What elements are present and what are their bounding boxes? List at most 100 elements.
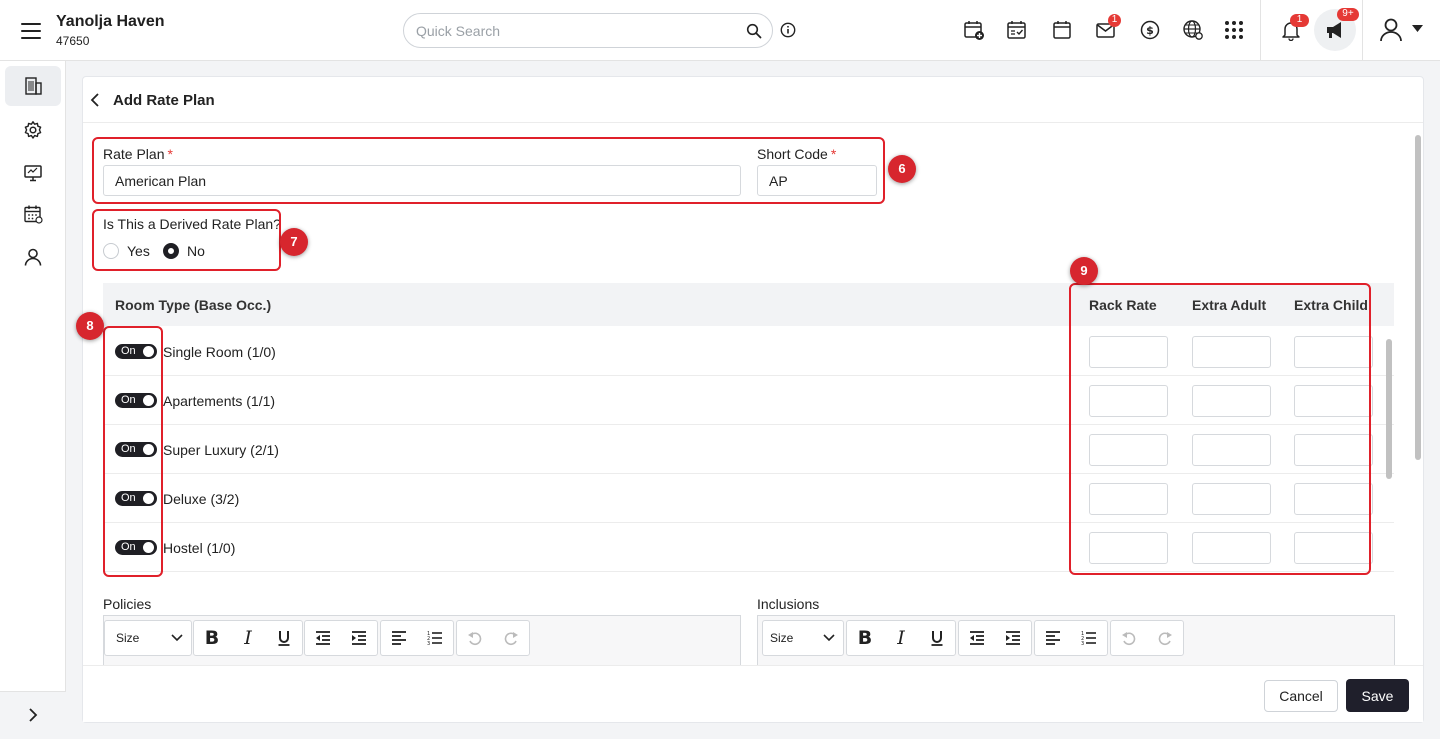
room-toggle[interactable]: On bbox=[115, 442, 157, 457]
derived-yes-radio[interactable] bbox=[103, 243, 119, 259]
rate-plan-label: Rate Plan * bbox=[103, 146, 173, 162]
italic-icon[interactable]: I bbox=[883, 621, 919, 655]
page-scrollbar-thumb[interactable] bbox=[1415, 135, 1421, 460]
redo-icon[interactable] bbox=[1147, 621, 1183, 655]
room-toggle[interactable]: On bbox=[115, 393, 157, 408]
numbered-list-icon[interactable]: 123 bbox=[1071, 621, 1107, 655]
rate-plan-label-text: Rate Plan bbox=[103, 146, 165, 162]
undo-icon[interactable] bbox=[457, 621, 493, 655]
derived-no-label: No bbox=[187, 243, 205, 259]
announcement-badge: 9+ bbox=[1337, 8, 1359, 21]
required-mark: * bbox=[167, 146, 173, 162]
italic-icon[interactable]: I bbox=[230, 621, 266, 655]
align-left-icon[interactable] bbox=[381, 621, 417, 655]
extra-adult-input[interactable] bbox=[1192, 434, 1271, 466]
rack-rate-input[interactable] bbox=[1089, 434, 1168, 466]
table-scrollbar-thumb[interactable] bbox=[1386, 339, 1392, 479]
monitor-icon bbox=[24, 165, 42, 182]
search-input[interactable] bbox=[416, 22, 736, 40]
room-name: Deluxe (3/2) bbox=[163, 491, 240, 507]
underline-icon[interactable] bbox=[919, 621, 955, 655]
indent-icon[interactable] bbox=[995, 621, 1031, 655]
rack-rate-input[interactable] bbox=[1089, 385, 1168, 417]
sidebar-item-users[interactable] bbox=[5, 237, 61, 277]
sidebar-item-settings[interactable] bbox=[5, 110, 61, 150]
policies-editor-toolbar: Size B I 123 bbox=[103, 615, 741, 665]
outdent-icon[interactable] bbox=[305, 621, 341, 655]
size-select[interactable]: Size bbox=[105, 621, 191, 655]
indent-group bbox=[304, 620, 378, 656]
underline-icon[interactable] bbox=[266, 621, 302, 655]
extra-adult-input[interactable] bbox=[1192, 385, 1271, 417]
svg-text:$: $ bbox=[1146, 24, 1154, 37]
hotel-name: Yanolja Haven bbox=[56, 13, 165, 30]
back-arrow-icon[interactable] bbox=[89, 92, 103, 108]
toggle-label: On bbox=[121, 541, 136, 553]
col-room-type: Room Type (Base Occ.) bbox=[115, 297, 272, 313]
bold-icon[interactable]: B bbox=[847, 621, 883, 655]
room-name: Single Room (1/0) bbox=[163, 344, 276, 360]
dollar-icon[interactable]: $ bbox=[1139, 19, 1161, 41]
inclusions-label: Inclusions bbox=[757, 596, 820, 612]
indent-icon[interactable] bbox=[341, 621, 377, 655]
extra-child-input[interactable] bbox=[1294, 532, 1373, 564]
globe-icon[interactable] bbox=[1182, 19, 1204, 41]
list-group: 123 bbox=[380, 620, 454, 656]
extra-child-input[interactable] bbox=[1294, 336, 1373, 368]
room-toggle[interactable]: On bbox=[115, 491, 157, 506]
sidebar-expand-button[interactable] bbox=[0, 691, 66, 739]
size-group: Size bbox=[104, 620, 192, 656]
list-group: 123 bbox=[1034, 620, 1108, 656]
redo-icon[interactable] bbox=[493, 621, 529, 655]
extra-child-input[interactable] bbox=[1294, 483, 1373, 515]
calendar-check-icon[interactable] bbox=[1006, 19, 1028, 41]
sidebar-item-monitor[interactable] bbox=[5, 153, 61, 193]
profile-menu[interactable] bbox=[1378, 17, 1428, 45]
room-toggle[interactable]: On bbox=[115, 344, 157, 359]
table-row: On Deluxe (3/2) bbox=[103, 474, 1394, 523]
room-name: Super Luxury (2/1) bbox=[163, 442, 279, 458]
save-button[interactable]: Save bbox=[1346, 679, 1409, 712]
short-code-input[interactable] bbox=[757, 165, 877, 196]
numbered-list-icon[interactable]: 123 bbox=[417, 621, 453, 655]
room-toggle[interactable]: On bbox=[115, 540, 157, 555]
add-reservation-calendar-icon[interactable] bbox=[963, 19, 985, 41]
cancel-button[interactable]: Cancel bbox=[1264, 680, 1338, 712]
chevron-down-icon bbox=[823, 634, 835, 642]
sidebar-item-property[interactable] bbox=[5, 66, 61, 106]
extra-adult-input[interactable] bbox=[1192, 336, 1271, 368]
table-row: On Apartements (1/1) bbox=[103, 376, 1394, 425]
indent-group bbox=[958, 620, 1032, 656]
rack-rate-input[interactable] bbox=[1089, 336, 1168, 368]
calendar-icon[interactable] bbox=[1051, 19, 1073, 41]
rack-rate-input[interactable] bbox=[1089, 532, 1168, 564]
inclusions-editor-toolbar: Size B I 123 bbox=[757, 615, 1395, 665]
undo-icon[interactable] bbox=[1111, 621, 1147, 655]
rack-rate-input[interactable] bbox=[1089, 483, 1168, 515]
hamburger-menu-icon[interactable] bbox=[21, 23, 41, 39]
outdent-icon[interactable] bbox=[959, 621, 995, 655]
toggle-label: On bbox=[121, 443, 136, 455]
rate-plan-input[interactable] bbox=[103, 165, 741, 196]
toggle-knob bbox=[143, 493, 154, 504]
annotation-marker-8: 8 bbox=[76, 312, 104, 340]
table-scrollbar[interactable] bbox=[1386, 333, 1392, 573]
derived-no-radio[interactable] bbox=[163, 243, 179, 259]
hotel-id: 47650 bbox=[56, 34, 90, 48]
sidebar-item-reservations[interactable] bbox=[5, 194, 61, 234]
search-icon[interactable] bbox=[746, 23, 762, 39]
info-icon[interactable] bbox=[780, 22, 796, 38]
notification-badge: 1 bbox=[1290, 14, 1309, 27]
extra-child-input[interactable] bbox=[1294, 434, 1373, 466]
extra-adult-input[interactable] bbox=[1192, 483, 1271, 515]
chevron-down-icon bbox=[171, 634, 183, 642]
extra-child-input[interactable] bbox=[1294, 385, 1373, 417]
required-mark: * bbox=[830, 146, 837, 162]
extra-adult-input[interactable] bbox=[1192, 532, 1271, 564]
toggle-label: On bbox=[121, 492, 136, 504]
page-scrollbar[interactable] bbox=[1415, 127, 1421, 662]
align-left-icon[interactable] bbox=[1035, 621, 1071, 655]
bold-icon[interactable]: B bbox=[194, 621, 230, 655]
size-select[interactable]: Size bbox=[763, 621, 843, 655]
apps-grid-icon[interactable] bbox=[1223, 19, 1245, 41]
